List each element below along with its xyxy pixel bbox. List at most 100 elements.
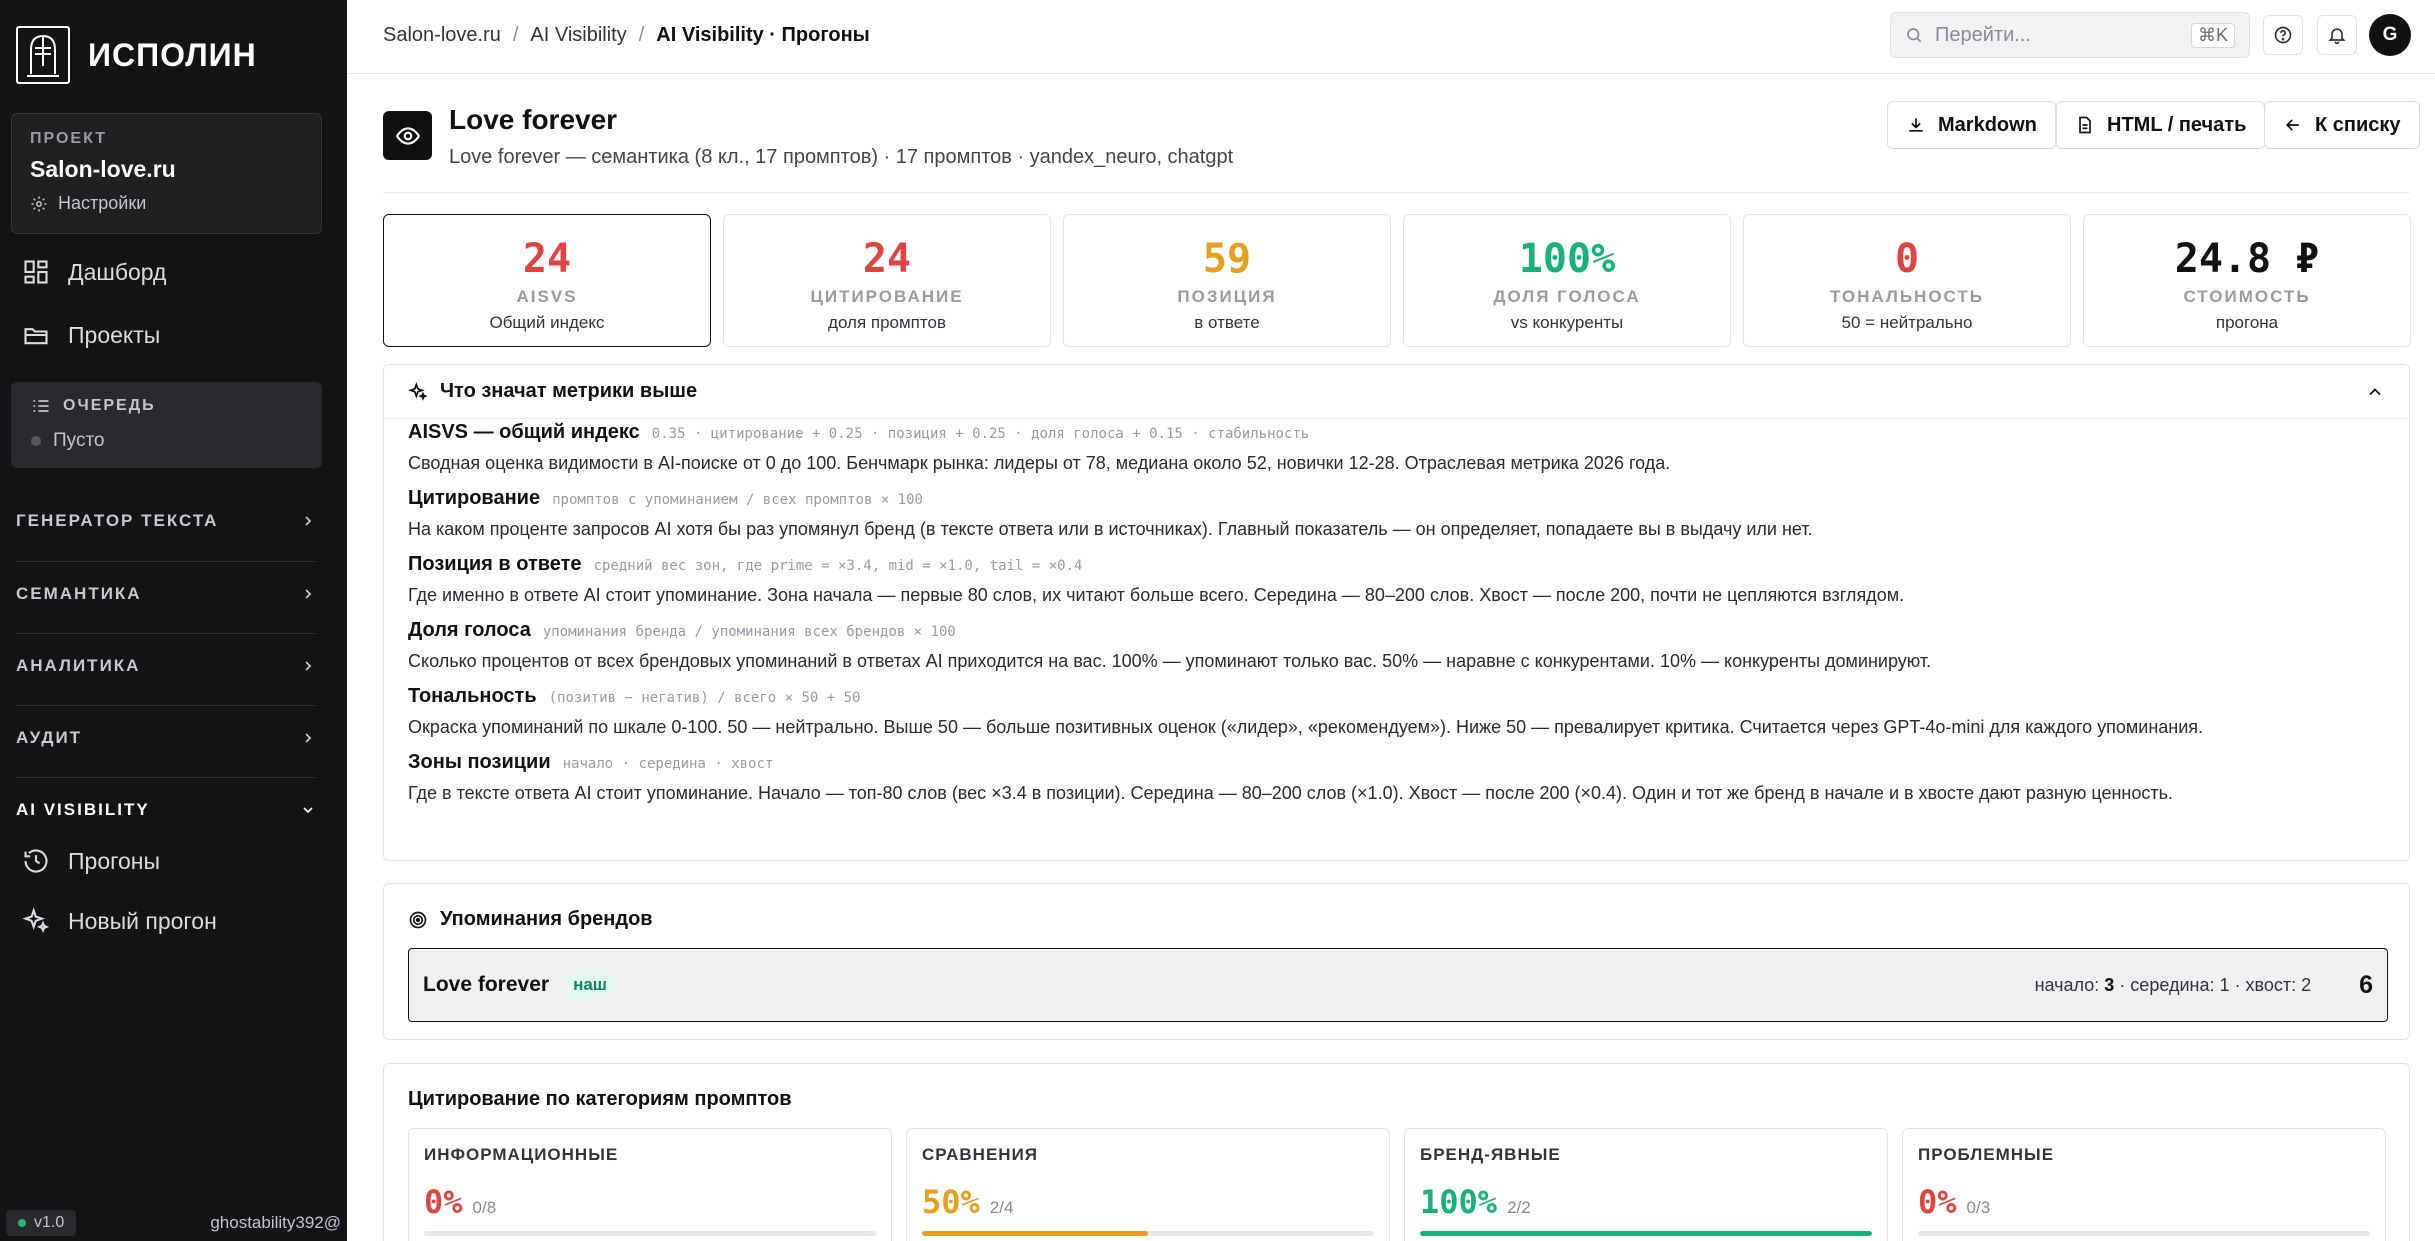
category-citation-panel: Цитирование по категориям промптов ИНФОР… bbox=[383, 1063, 2410, 1241]
page-subtitle: Love forever — семантика (8 кл., 17 пром… bbox=[449, 146, 1234, 168]
search-shortcut: ⌘K bbox=[2190, 22, 2235, 48]
section-semantics[interactable]: СЕМАНТИКА bbox=[16, 561, 316, 625]
sidebar-item-label: Новый прогон bbox=[68, 907, 217, 934]
category-label: ПРОБЛЕМНЫЕ bbox=[1918, 1145, 2055, 1164]
top-bar: Salon-love.ru / AI Visibility / AI Visib… bbox=[347, 0, 2435, 74]
search-placeholder: Перейти... bbox=[1935, 23, 2031, 46]
project-name: Salon-love.ru bbox=[30, 156, 176, 182]
sidebar: ИСПОЛИН ПРОЕКТ Salon-love.ru Настройки Д… bbox=[0, 0, 347, 1241]
status-dot-icon bbox=[31, 436, 41, 446]
brand-name: Love forever bbox=[423, 973, 550, 996]
section-text-generator[interactable]: ГЕНЕРАТОР ТЕКСТА bbox=[16, 489, 316, 553]
category-card-comparisons[interactable]: СРАВНЕНИЯ 50% 2/4 bbox=[906, 1128, 1390, 1241]
metric-label: ЦИТИРОВАНИЕ bbox=[810, 287, 964, 306]
category-progress-bar bbox=[922, 1231, 1374, 1236]
queue-card[interactable]: ОЧЕРЕДЬ Пусто bbox=[11, 382, 322, 468]
definition-description: На каком проценте запросов AI хотя бы ра… bbox=[408, 519, 1813, 539]
definition-item: Цитирование промптов с упоминанием / всех… bbox=[408, 487, 2385, 541]
help-button[interactable] bbox=[2263, 15, 2303, 55]
metric-card-position[interactable]: 59 ПОЗИЦИЯ в ответе bbox=[1063, 214, 1391, 347]
category-label: БРЕНД-ЯВНЫЕ bbox=[1420, 1145, 1561, 1164]
brand-logo[interactable]: ИСПОЛИН bbox=[16, 26, 257, 84]
category-fraction: 2/4 bbox=[989, 1198, 1014, 1217]
category-progress-fill bbox=[922, 1231, 1148, 1236]
version-badge: v1.0 bbox=[6, 1210, 77, 1236]
notifications-button[interactable] bbox=[2317, 15, 2357, 55]
definition-description: Окраска упоминаний по шкале 0-100. 50 — … bbox=[408, 717, 2204, 737]
sidebar-item-runs[interactable]: Прогоны bbox=[22, 847, 160, 875]
metric-label: ДОЛЯ ГОЛОСА bbox=[1493, 287, 1641, 306]
app-name: ИСПОЛИН bbox=[88, 36, 257, 73]
metric-value: 0 bbox=[1894, 236, 1920, 282]
category-progress-fill bbox=[1420, 1231, 1872, 1236]
chevron-right-icon bbox=[305, 516, 312, 526]
definition-formula: (позитив − негатив) / всего × 50 + 50 bbox=[548, 690, 861, 706]
category-progress-bar bbox=[1918, 1231, 2370, 1236]
header-divider bbox=[383, 192, 2410, 193]
project-card[interactable]: ПРОЕКТ Salon-love.ru Настройки bbox=[11, 113, 322, 234]
chevron-right-icon bbox=[305, 588, 312, 599]
metric-card-sentiment[interactable]: 0 ТОНАЛЬНОСТЬ 50 = нейтрально bbox=[1743, 214, 2071, 347]
explanation-list: AISVS — общий индекс 0.35 · цитирование +… bbox=[384, 419, 2409, 819]
category-label: СРАВНЕНИЯ bbox=[922, 1145, 1039, 1164]
back-to-list-button[interactable]: К списку bbox=[2264, 101, 2420, 149]
metric-value: 100% bbox=[1518, 236, 1616, 282]
metric-value: 24 bbox=[862, 236, 912, 282]
status-dot-icon bbox=[18, 1219, 26, 1227]
definition-name: Позиция в ответе bbox=[408, 553, 582, 575]
nav-item-projects[interactable]: Проекты bbox=[22, 321, 160, 349]
dashboard-icon bbox=[24, 260, 48, 284]
category-fraction: 0/8 bbox=[472, 1198, 497, 1217]
project-settings-link[interactable]: Настройки bbox=[30, 193, 303, 214]
search-input[interactable]: Перейти... ⌘K bbox=[1890, 12, 2250, 58]
definition-item: Доля голоса упоминания бренда / упоминани… bbox=[408, 619, 2385, 673]
avatar[interactable]: G bbox=[2369, 14, 2411, 56]
list-icon bbox=[33, 400, 49, 412]
brand-row[interactable]: Love forever наш начало: 3 · середина: 1… bbox=[408, 948, 2388, 1022]
explanation-toggle[interactable]: Что значат метрики выше bbox=[384, 365, 2409, 419]
category-citation-title: Цитирование по категориям промптов bbox=[408, 1088, 792, 1110]
history-icon bbox=[24, 849, 48, 873]
definition-name: Доля голоса bbox=[408, 619, 531, 641]
category-card-informational[interactable]: ИНФОРМАЦИОННЫЕ 0% 0/8 bbox=[408, 1128, 892, 1241]
category-value: 0% bbox=[1918, 1183, 1957, 1221]
breadcrumb-section[interactable]: AI Visibility bbox=[530, 24, 626, 47]
brand-mentions-title: Упоминания брендов bbox=[408, 908, 653, 931]
metric-label: ТОНАЛЬНОСТЬ bbox=[1829, 287, 1985, 306]
definition-description: Где в тексте ответа AI стоит упоминание.… bbox=[408, 783, 2173, 803]
sidebar-item-label: Прогоны bbox=[68, 847, 161, 874]
section-audit[interactable]: АУДИТ bbox=[16, 705, 316, 769]
category-value: 0% bbox=[424, 1183, 463, 1221]
nav-item-label: Дашборд bbox=[68, 258, 167, 285]
knight-logo-icon bbox=[16, 26, 70, 84]
sparkles-icon bbox=[408, 381, 428, 401]
metric-card-citation[interactable]: 24 ЦИТИРОВАНИЕ доля промптов bbox=[723, 214, 1051, 347]
breadcrumb: Salon-love.ru / AI Visibility / AI Visib… bbox=[383, 24, 870, 47]
breadcrumb-separator: / bbox=[638, 24, 645, 46]
brand-zones: начало: 3 · середина: 1 · хвост: 2 bbox=[2034, 974, 2312, 995]
category-card-brand-explicit[interactable]: БРЕНД-ЯВНЫЕ 100% 2/2 bbox=[1404, 1128, 1888, 1241]
page-title: Love forever bbox=[449, 104, 618, 135]
sidebar-item-new-run[interactable]: Новый прогон bbox=[22, 907, 217, 935]
section-analytics[interactable]: АНАЛИТИКА bbox=[16, 633, 316, 697]
category-value: 100% bbox=[1420, 1183, 1498, 1221]
export-markdown-button[interactable]: Markdown bbox=[1887, 101, 2056, 149]
definition-description: Где именно в ответе AI стоит упоминание.… bbox=[408, 585, 1905, 605]
section-ai-visibility[interactable]: AI VISIBILITY bbox=[16, 777, 316, 841]
nav-item-dashboard[interactable]: Дашборд bbox=[22, 258, 166, 286]
definition-description: Сколько процентов от всех брендовых упом… bbox=[408, 651, 1932, 671]
category-card-problem[interactable]: ПРОБЛЕМНЫЕ 0% 0/3 bbox=[1902, 1128, 2386, 1241]
project-settings-label: Настройки bbox=[58, 193, 147, 213]
sparkles-icon bbox=[22, 907, 50, 933]
category-fraction: 2/2 bbox=[1507, 1198, 1531, 1217]
queue-status: Пусто bbox=[31, 430, 302, 452]
export-html-button[interactable]: HTML / печать bbox=[2056, 101, 2266, 149]
breadcrumb-project[interactable]: Salon-love.ru bbox=[383, 24, 501, 47]
metric-card-share-of-voice[interactable]: 100% ДОЛЯ ГОЛОСА vs конкуренты bbox=[1403, 214, 1731, 347]
metric-card-aisvs[interactable]: 24 AISVS Общий индекс bbox=[383, 214, 711, 347]
metric-note: прогона bbox=[2215, 313, 2279, 332]
metric-card-cost[interactable]: 24.8 ₽ СТОИМОСТЬ прогона bbox=[2083, 214, 2411, 347]
user-email[interactable]: ghostability392@ bbox=[210, 1213, 341, 1233]
definition-name: Цитирование bbox=[408, 487, 541, 509]
explanation-title: Что значат метрики выше bbox=[440, 380, 698, 402]
